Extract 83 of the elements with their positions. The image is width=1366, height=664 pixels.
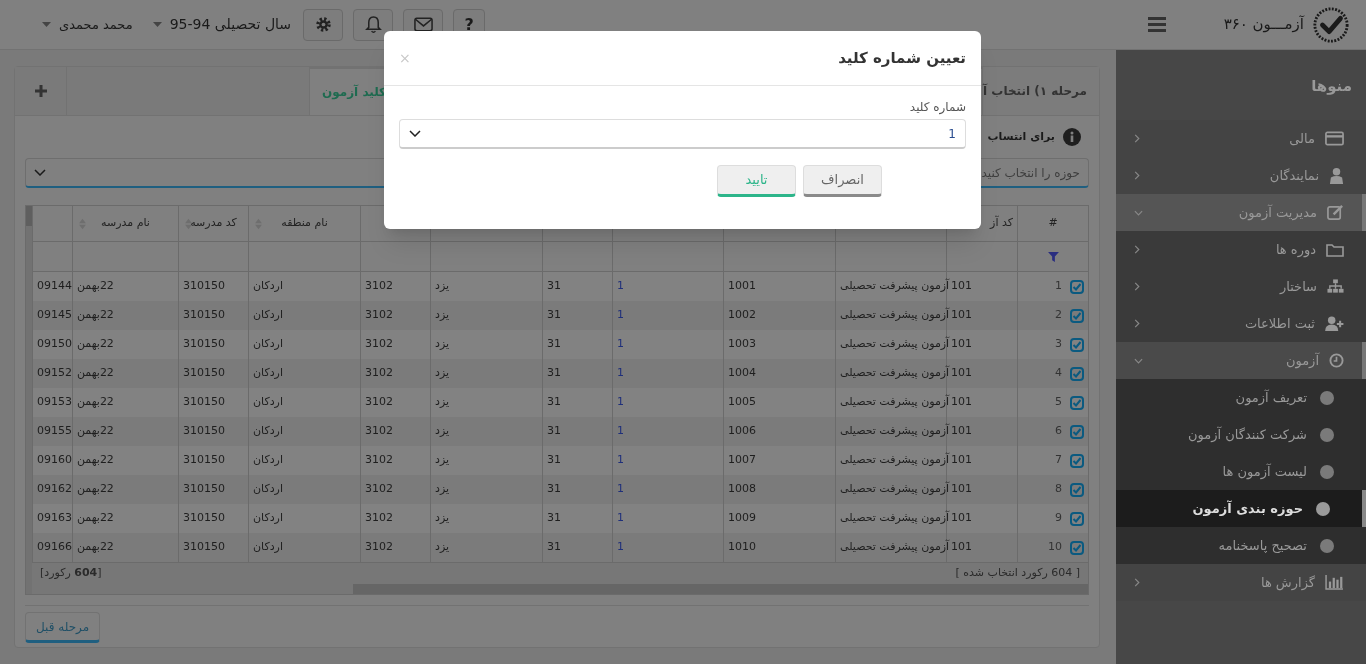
row-number: 7 xyxy=(1055,452,1062,469)
folder-icon xyxy=(1326,242,1344,257)
bell-button[interactable] xyxy=(353,8,394,41)
selected-count-text: [ 604 رکورد انتخاب شده ] xyxy=(955,565,1080,582)
checkbox[interactable] xyxy=(1070,279,1084,294)
circle-icon xyxy=(1320,427,1334,442)
row-number: 4 xyxy=(1055,365,1062,382)
edit-icon xyxy=(1327,204,1344,221)
row-number: 8 xyxy=(1055,481,1062,498)
cancel-button[interactable]: انصراف xyxy=(803,165,882,197)
chevron-down-icon[interactable] xyxy=(1134,209,1143,216)
caret-down-icon[interactable] xyxy=(42,22,51,27)
hierarchy-icon xyxy=(1327,279,1344,294)
check-circle-logo-icon xyxy=(1312,5,1350,44)
checkbox[interactable] xyxy=(1070,482,1084,497)
sidebar-subitem[interactable]: تعریف آزمون xyxy=(1116,379,1366,416)
checkbox[interactable] xyxy=(1070,424,1084,439)
sidebar-title: منوها xyxy=(1310,75,1353,97)
dialog-title: تعیین شماره کلید xyxy=(838,47,966,69)
chevron-left-icon[interactable] xyxy=(1134,282,1140,291)
row-number: 3 xyxy=(1055,336,1062,353)
row-number: 9 xyxy=(1055,510,1062,527)
info-icon xyxy=(1063,128,1081,146)
sidebar-item[interactable]: ساختار xyxy=(1116,268,1366,305)
confirm-button[interactable]: تایید xyxy=(717,165,796,197)
checkbox[interactable] xyxy=(1070,366,1084,381)
plus-icon xyxy=(34,85,47,97)
filter-icon[interactable] xyxy=(1047,251,1059,262)
bar-chart-icon xyxy=(1325,575,1344,590)
user-name-dropdown[interactable]: محمد محمدی xyxy=(59,14,133,35)
chevron-left-icon[interactable] xyxy=(1134,319,1140,328)
horizontal-scrollbar[interactable] xyxy=(32,584,1088,594)
previous-step-button[interactable]: مرحله قبل xyxy=(25,612,101,643)
sidebar-subitem[interactable]: شرکت کنندگان آزمون xyxy=(1116,416,1366,453)
checkbox[interactable] xyxy=(1070,337,1084,352)
circle-icon xyxy=(1320,390,1334,405)
row-number: 2 xyxy=(1055,307,1062,324)
sidebar-item[interactable]: دوره ها xyxy=(1116,231,1366,268)
column-header[interactable]: نام منطقه xyxy=(248,206,360,241)
info-text: برای انتساب xyxy=(987,128,1055,145)
sidebar-subitem[interactable]: حوزه بندی آزمون xyxy=(1116,490,1366,527)
envelope-icon xyxy=(413,17,433,32)
sidebar-item[interactable]: مدیریت آزمون xyxy=(1116,194,1366,231)
caret-down-icon[interactable] xyxy=(152,22,162,27)
column-header[interactable]: # xyxy=(1017,206,1088,241)
scrollbar-thumb[interactable] xyxy=(26,206,32,226)
chevron-left-icon[interactable] xyxy=(1134,171,1140,180)
chevron-down-icon[interactable] xyxy=(1134,357,1143,364)
circle-icon xyxy=(1320,464,1334,479)
row-number: 5 xyxy=(1055,394,1062,411)
circle-icon xyxy=(1316,501,1330,516)
scrollbar-thumb[interactable] xyxy=(353,584,1088,594)
checkbox[interactable] xyxy=(1070,511,1084,526)
credit-card-icon xyxy=(1325,131,1344,146)
menu-icon[interactable] xyxy=(1148,17,1166,32)
chevron-left-icon[interactable] xyxy=(1134,134,1140,143)
checkbox[interactable] xyxy=(1070,308,1084,323)
row-number: 10 xyxy=(1048,539,1062,556)
app-title: آزمـــون ۳۶۰ xyxy=(1223,14,1304,36)
circle-icon xyxy=(1320,538,1334,553)
row-number: 6 xyxy=(1055,423,1062,440)
field-label: شماره کلید xyxy=(908,99,966,116)
bell-icon xyxy=(364,15,382,34)
row-number: 1 xyxy=(1055,278,1062,295)
key-number-select[interactable]: 1 xyxy=(399,119,966,149)
sidebar-item[interactable]: ثبت اطلاعات xyxy=(1116,305,1366,342)
column-header[interactable]: کد مدرسه xyxy=(178,206,248,241)
gear-button[interactable] xyxy=(303,8,344,41)
sidebar-subitem[interactable]: تصحیح پاسخنامه xyxy=(1116,527,1366,564)
column-header[interactable]: نام مدرسه xyxy=(72,206,178,241)
checkbox[interactable] xyxy=(1070,453,1084,468)
person-icon xyxy=(1329,167,1344,184)
academic-year-dropdown[interactable]: سال تحصیلی 94-95 xyxy=(169,14,292,35)
clock-icon xyxy=(1329,353,1344,368)
user-plus-icon xyxy=(1325,316,1344,331)
checkbox[interactable] xyxy=(1070,395,1084,410)
chevron-down-icon xyxy=(34,169,46,176)
chevron-left-icon[interactable] xyxy=(1134,578,1140,587)
sidebar-subitem[interactable]: لیست آزمون ها xyxy=(1116,453,1366,490)
gear-icon xyxy=(314,16,332,33)
checkbox[interactable] xyxy=(1070,540,1084,555)
chevron-down-icon xyxy=(409,130,421,137)
chevron-left-icon[interactable] xyxy=(1134,245,1140,254)
